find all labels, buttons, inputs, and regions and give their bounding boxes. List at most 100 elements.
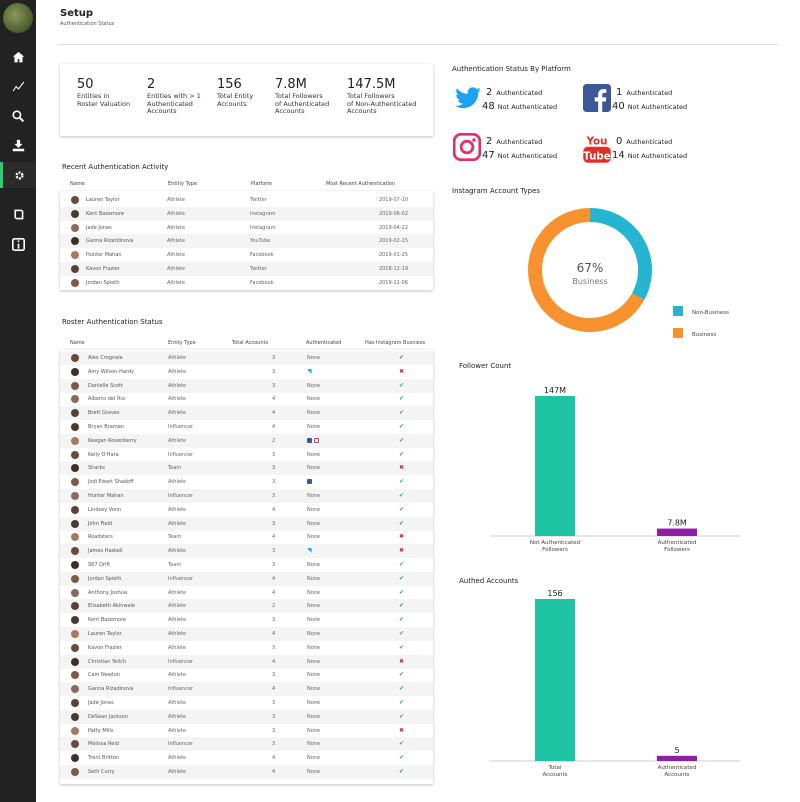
table-row[interactable]: DeSean Jackson Athlete 3 None ✔ — [60, 709, 433, 724]
name-cell: Lauren Taylor — [88, 631, 122, 637]
stat-item: 2 Entities with > 1 Authenticated Account… — [147, 78, 201, 116]
platform-facebook: 1 Authenticated 40 Not Authenticated — [583, 84, 713, 120]
nav-search[interactable] — [0, 103, 36, 129]
table-row[interactable]: Ganna Rizatdinova Athlete YouTube 2019-02-1… — [60, 234, 433, 249]
table-row[interactable]: Kent Bazemore Athlete 3 None ✔ — [60, 613, 433, 627]
nav-settings[interactable] — [0, 162, 36, 188]
platform-cell: Twitter — [250, 197, 267, 203]
column-header[interactable]: Has Instagram Busniess — [365, 340, 425, 346]
table-row[interactable]: Jade Jones Athlete 3 None ✔ — [60, 696, 433, 710]
bar — [535, 599, 575, 761]
column-header[interactable]: Total Accounts — [232, 340, 268, 346]
svg-text:Tube: Tube — [583, 150, 611, 162]
column-header[interactable]: Entitiy Type — [168, 181, 197, 187]
table-row[interactable]: James Haskell Athlete 3 ◥ ✖ — [60, 544, 433, 559]
table-row[interactable]: Jordan Spieth Influencer 4 None ✔ — [60, 571, 433, 586]
table-row[interactable]: Lauren Taylor Athlete 4 None ✔ — [60, 627, 433, 641]
check-icon: ✔ — [399, 630, 405, 637]
table-row[interactable]: Amy Wilson-Hardy Athlete 3 ◥ ✖ — [60, 365, 433, 379]
type-cell: Athlete — [167, 266, 185, 272]
column-header[interactable]: Authenticated — [306, 340, 341, 346]
table-row[interactable]: Seth Curry Athlete 4 None ✔ — [60, 765, 433, 779]
table-row[interactable]: Keegan Rosenberry Athlete 2 ✔ — [60, 433, 433, 448]
avatar — [71, 505, 79, 514]
svg-text:You: You — [586, 135, 608, 147]
date-cell: 2019-07-10 — [378, 197, 408, 203]
type-cell: Athlete — [167, 252, 185, 259]
accounts-cell: 3 — [272, 548, 276, 555]
summary-stats-card: 50 Entities in Roster Valuation 2 Entities … — [60, 64, 433, 136]
table-row[interactable]: Kavon Frazier Athlete Twitter 2018-12-19 — [60, 262, 433, 276]
check-icon: ✔ — [399, 712, 405, 720]
nav-book[interactable] — [0, 201, 36, 227]
name-cell: Kavon Frazier — [86, 266, 120, 272]
avatar — [71, 712, 79, 721]
table-row[interactable]: John Field Athlete 3 None ✔ — [60, 516, 433, 531]
column-header[interactable]: Platform — [251, 181, 272, 187]
table-row[interactable]: Melissa Reid Influencer 3 None ✔ — [60, 737, 433, 752]
not-auth-label: Not Authenticated — [497, 152, 558, 160]
table-row[interactable]: Kavon Frazier Athlete 3 None ✔ — [60, 641, 433, 655]
auth-count: 2 — [486, 87, 493, 98]
table-row[interactable]: Ganna Rizadinova Influencer 4 None ✔ — [60, 682, 433, 697]
table-row[interactable]: Christian Yelich Influencer 4 None ✖ — [60, 654, 433, 669]
name-cell: Patty Mills — [88, 727, 114, 734]
cross-icon: ✖ — [399, 464, 405, 472]
table-row[interactable]: Cam Newton Athlete 3 None ✔ — [60, 668, 433, 682]
table-row[interactable]: Lauren Taylor Athlete Twitter 2019-07-10 — [60, 193, 433, 207]
type-cell: Team — [168, 465, 182, 472]
accounts-cell: 4 — [272, 589, 276, 596]
table-row[interactable]: Kent Bazemore Athlete Instagram 2019-06-02 — [60, 206, 433, 221]
table-row[interactable]: Hunter Mahan Influencer 3 None ✔ — [60, 489, 433, 503]
type-cell: Athlete — [168, 631, 186, 637]
name-cell: Melissa Reid — [88, 741, 119, 748]
accounts-cell: 3 — [272, 727, 276, 734]
column-header[interactable]: Name — [70, 181, 85, 187]
table-row[interactable]: Alberto del Rio Athlete 4 None ✔ — [60, 392, 433, 406]
table-row[interactable]: Sharks Team 3 None ✖ — [60, 461, 433, 476]
table-row[interactable]: Alex Crognale Athlete 3 None ✔ — [60, 351, 433, 365]
name-cell: John Field — [88, 520, 113, 527]
type-cell: Influencer — [168, 741, 194, 748]
column-header[interactable]: Entity Type — [168, 340, 196, 346]
authed-accounts-chart: 156TotalAccounts5AuthenticatedAccounts — [490, 589, 740, 778]
nav-info[interactable] — [0, 231, 36, 257]
name-cell: Kent Bazemore — [88, 617, 126, 624]
stat-item: 7.8M Total Followers of Authenticated Acc… — [275, 78, 329, 116]
auth-line: 2 Authenticated — [486, 86, 557, 100]
table-row[interactable]: Kelly O'Hara Influencer 3 None ✔ — [60, 448, 433, 462]
table-row[interactable]: Bryan Braman Influencer 4 None ✔ — [60, 420, 433, 434]
column-header[interactable]: Most Recent Authentication — [326, 181, 395, 187]
name-cell: Elisabeth Akinwale — [88, 603, 136, 610]
not-auth-label: Not Authenticated — [497, 103, 558, 111]
accounts-cell: 4 — [272, 396, 276, 403]
table-row[interactable]: Lindsey Vonn Athlete 4 None ✔ — [60, 503, 433, 517]
avatar[interactable] — [3, 3, 33, 33]
chart-icon — [12, 81, 24, 91]
nav-download[interactable] — [0, 132, 36, 158]
table-row[interactable]: Danielle Scott Athlete 3 None ✔ — [60, 378, 433, 393]
type-cell: Influencer — [168, 686, 194, 693]
name-cell: Bryan Braman — [88, 424, 124, 430]
table-row[interactable]: Patty Mills Athlete 3 None ✖ — [60, 724, 433, 738]
column-header[interactable]: Name — [70, 340, 85, 346]
table-row[interactable]: S67 Drift Team 3 None ✔ — [60, 558, 433, 572]
table-row[interactable]: Anthony Joshua Athlete 4 None ✔ — [60, 586, 433, 600]
table-row[interactable]: Jade Jones Athlete Instagram 2019-04-22 — [60, 221, 433, 235]
check-icon: ✔ — [399, 740, 405, 748]
name-cell: Kavon Frazier — [88, 644, 122, 651]
table-row[interactable]: Hunter Mahan Athlete Facebook 2019-01-25 — [60, 248, 433, 262]
not-auth-line: 48 Not Authenticated — [482, 100, 557, 114]
table-row[interactable]: Trent Britton Athlete 4 None ✔ — [60, 751, 433, 765]
table-row[interactable]: Elisabeth Akinwale Athlete 2 None ✔ — [60, 599, 433, 614]
nav-home[interactable] — [0, 44, 36, 70]
nav-chart[interactable] — [0, 73, 36, 99]
table-row[interactable]: Jordan Spieth Athlete Facebook 2019-11-06 — [60, 276, 433, 290]
info-icon — [11, 237, 25, 251]
table-row[interactable]: Roadsters Team 4 None ✖ — [60, 530, 433, 544]
table-row[interactable]: Brett Graves Athlete 4 None ✔ — [60, 406, 433, 421]
auth-line: 0 Authenticated — [616, 135, 687, 149]
type-cell: Athlete — [168, 368, 186, 375]
avatar — [71, 237, 79, 246]
table-row[interactable]: Jodi Ewart Shadoff Athlete 3 ✔ — [60, 475, 433, 489]
